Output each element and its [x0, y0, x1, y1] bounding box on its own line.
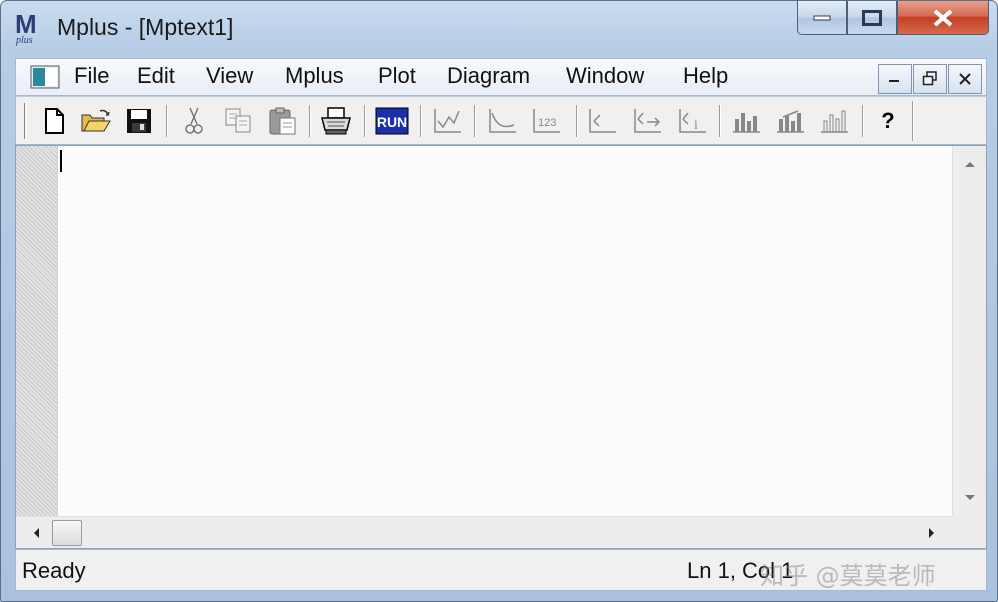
- app-icon-sub: plus: [16, 35, 33, 46]
- histogram-bars-button[interactable]: [816, 103, 852, 139]
- chevron-left-icon: [34, 528, 39, 538]
- toolbar-separator: [862, 105, 864, 137]
- save-icon: [127, 109, 151, 133]
- copy-icon: [225, 108, 251, 133]
- new-file-icon: [45, 108, 64, 134]
- scroll-right-button[interactable]: [922, 523, 942, 543]
- plot-icon: [434, 109, 461, 133]
- scroll-down-button[interactable]: [960, 488, 980, 508]
- run-icon: RUN: [375, 107, 409, 135]
- print-icon: [321, 107, 351, 135]
- status-bar: Ready Ln 1, Col 1 知乎 @莫莫老师: [15, 549, 987, 591]
- save-button[interactable]: [121, 103, 157, 139]
- toolbar-separator: [364, 105, 366, 137]
- plot-curve-icon: [489, 109, 516, 133]
- mplus-window: M plus Mplus - [Mptext1] File Edit View …: [0, 0, 998, 602]
- plot-values-button[interactable]: 123: [528, 103, 564, 139]
- toolbar-separator: [912, 101, 914, 141]
- help-icon: ?: [881, 108, 895, 133]
- open-folder-icon: [81, 109, 111, 132]
- chevron-down-icon: [965, 495, 975, 500]
- toolbar-separator: [166, 105, 168, 137]
- menu-edit[interactable]: Edit: [137, 63, 175, 89]
- menu-view[interactable]: View: [206, 63, 253, 89]
- toolbar-separator: [474, 105, 476, 137]
- minimize-button[interactable]: [797, 1, 847, 35]
- toolbar-separator: [309, 105, 311, 137]
- caption-buttons: [797, 1, 989, 39]
- open-button[interactable]: [78, 103, 114, 139]
- window-title: Mplus - [Mptext1]: [57, 14, 234, 40]
- mplus-app-icon[interactable]: M plus: [13, 9, 47, 47]
- toolbar: RUN 123 i ?: [15, 97, 987, 145]
- restore-icon: [922, 71, 937, 86]
- paste-icon: [269, 107, 296, 135]
- title-bar[interactable]: M plus Mplus - [Mptext1]: [1, 1, 997, 57]
- document-icon[interactable]: [30, 65, 60, 89]
- cut-button[interactable]: [176, 103, 212, 139]
- menu-bar: File Edit View Mplus Plot Diagram Window…: [15, 58, 987, 96]
- histogram-button[interactable]: [728, 103, 764, 139]
- chevron-up-icon: [965, 162, 975, 167]
- mdi-restore-button[interactable]: [913, 64, 947, 94]
- editor-pane: [15, 145, 987, 549]
- diagram-button[interactable]: [584, 103, 620, 139]
- diagram-info-button[interactable]: i: [674, 103, 710, 139]
- histogram-bars-icon: [821, 110, 848, 133]
- menu-plot[interactable]: Plot: [378, 63, 416, 89]
- scroll-up-button[interactable]: [960, 154, 980, 174]
- plot-values-icon: 123: [533, 109, 560, 133]
- close-icon: [933, 8, 953, 27]
- scrollbar-corner: [952, 516, 986, 548]
- histogram-arrow-icon: [777, 110, 804, 133]
- minimize-icon: [889, 80, 899, 82]
- histogram-icon: [733, 113, 760, 133]
- editor-text-area[interactable]: [58, 146, 952, 516]
- minimize-icon: [813, 15, 831, 20]
- cut-icon: [185, 107, 203, 134]
- plot-button[interactable]: [429, 103, 465, 139]
- menu-window[interactable]: Window: [566, 63, 644, 89]
- toolbar-separator: [420, 105, 422, 137]
- mdi-minimize-button[interactable]: [878, 64, 912, 94]
- menu-file[interactable]: File: [74, 63, 109, 89]
- diagram-arrow-icon: [634, 109, 661, 133]
- copy-button[interactable]: [221, 103, 257, 139]
- diagram-icon: [589, 109, 616, 133]
- status-text: Ready: [22, 558, 86, 583]
- maximize-icon: [862, 9, 882, 26]
- histogram-arrow-button[interactable]: [772, 103, 808, 139]
- menu-help[interactable]: Help: [683, 63, 728, 89]
- plot-curve-button[interactable]: [484, 103, 520, 139]
- svg-text:RUN: RUN: [377, 114, 407, 130]
- mdi-close-button[interactable]: [948, 64, 982, 94]
- diagram-arrow-button[interactable]: [630, 103, 666, 139]
- menu-diagram[interactable]: Diagram: [447, 63, 530, 89]
- horizontal-scrollbar[interactable]: [16, 516, 952, 548]
- help-button[interactable]: ?: [870, 103, 906, 139]
- close-icon: [959, 73, 971, 85]
- horizontal-scroll-thumb[interactable]: [52, 520, 82, 546]
- watermark-text: 知乎 @莫莫老师: [760, 562, 936, 590]
- svg-text:123: 123: [538, 117, 556, 129]
- print-button[interactable]: [318, 103, 354, 139]
- menu-mplus[interactable]: Mplus: [285, 63, 344, 89]
- chevron-right-icon: [929, 528, 934, 538]
- text-caret: [60, 150, 62, 172]
- new-file-button[interactable]: [36, 103, 72, 139]
- run-button[interactable]: RUN: [374, 103, 410, 139]
- toolbar-grip[interactable]: [24, 103, 27, 139]
- editor-gutter: [16, 146, 58, 516]
- svg-text:i: i: [694, 118, 698, 133]
- toolbar-separator: [576, 105, 578, 137]
- toolbar-separator: [719, 105, 721, 137]
- scroll-left-button[interactable]: [26, 523, 46, 543]
- maximize-button[interactable]: [847, 1, 897, 35]
- diagram-info-icon: i: [679, 109, 706, 133]
- paste-button[interactable]: [265, 103, 301, 139]
- close-button[interactable]: [897, 1, 989, 35]
- vertical-scrollbar[interactable]: [952, 146, 986, 516]
